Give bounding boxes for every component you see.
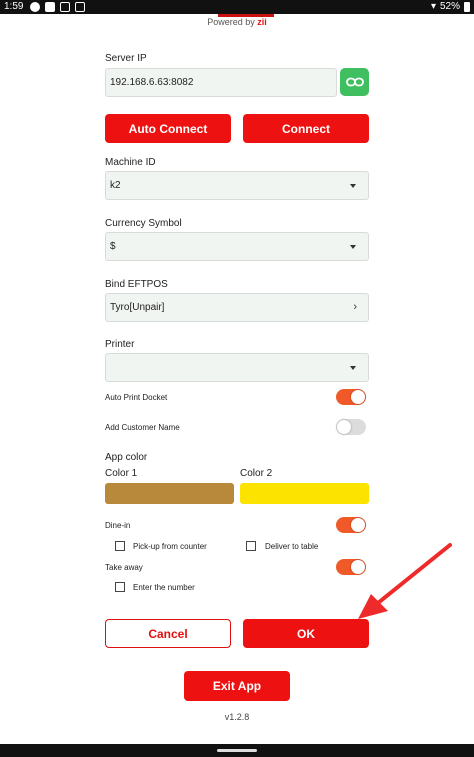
annotation-arrow: [358, 543, 452, 619]
